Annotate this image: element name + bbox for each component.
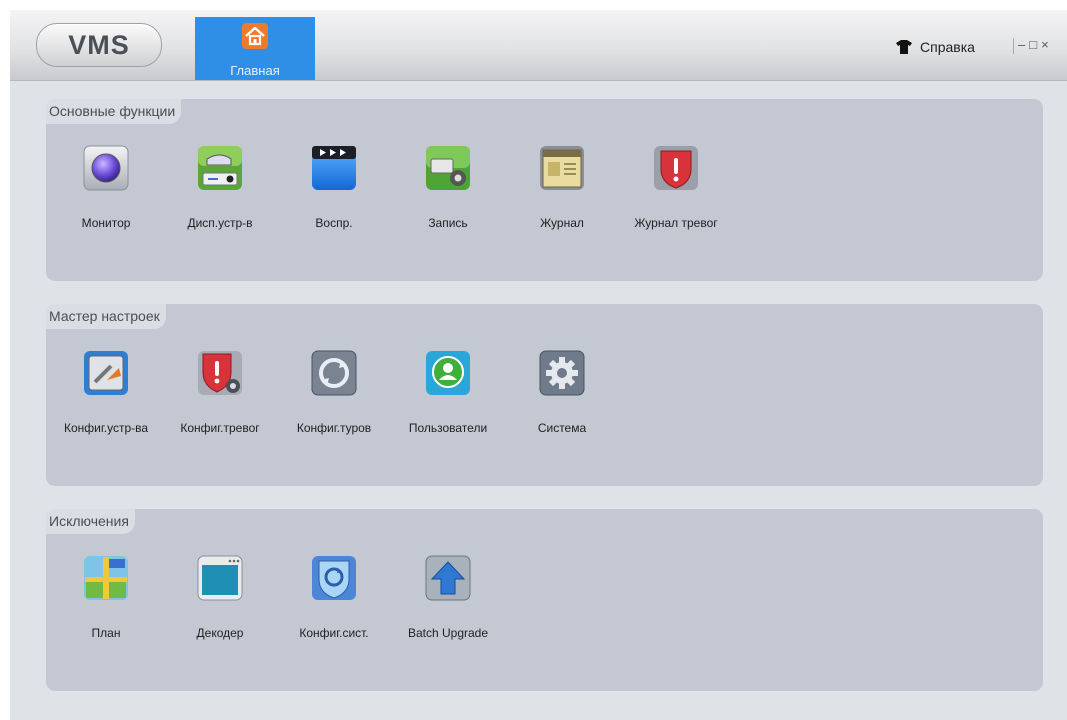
plan-button[interactable]: План bbox=[48, 551, 164, 641]
minimize-button[interactable]: – bbox=[1018, 37, 1025, 52]
help-button[interactable]: Справка bbox=[896, 37, 975, 57]
tab-home[interactable]: Главная bbox=[195, 17, 315, 80]
section-items: Конфиг.устр-ва Конфиг.тревог Конфиг.туро… bbox=[46, 346, 1043, 436]
record-button[interactable]: Запись bbox=[390, 141, 506, 231]
item-label: План bbox=[91, 626, 121, 640]
item-label: Конфиг.тревог bbox=[180, 421, 260, 435]
item-label: Запись bbox=[428, 216, 468, 230]
log-button[interactable]: Журнал bbox=[504, 141, 620, 231]
decoder-icon bbox=[197, 555, 243, 601]
item-label: Система bbox=[537, 421, 587, 435]
playback-icon bbox=[311, 145, 357, 191]
section-items: План Декодер Конфиг.сист. Batch Upgrade bbox=[46, 551, 1043, 641]
window-controls: – □ × bbox=[1018, 37, 1049, 52]
alarm-config-icon bbox=[197, 350, 243, 396]
map-plan-icon bbox=[83, 555, 129, 601]
record-settings-icon bbox=[425, 145, 471, 191]
monitor-icon bbox=[83, 145, 129, 191]
users-button[interactable]: Пользователи bbox=[390, 346, 506, 436]
section-title: Основные функции bbox=[46, 99, 182, 124]
device-manager-button[interactable]: Дисп.устр-в bbox=[162, 141, 278, 231]
item-label: Журнал bbox=[540, 216, 584, 230]
item-label: Конфиг.устр-ва bbox=[63, 421, 149, 435]
system-config-button[interactable]: Конфиг.сист. bbox=[276, 551, 392, 641]
item-label: Декодер bbox=[196, 626, 244, 640]
tour-config-button[interactable]: Конфиг.туров bbox=[276, 346, 392, 436]
close-button[interactable]: × bbox=[1041, 37, 1049, 52]
item-label: Монитор bbox=[81, 216, 131, 230]
device-config-icon bbox=[83, 350, 129, 396]
alarm-config-button[interactable]: Конфиг.тревог bbox=[162, 346, 278, 436]
item-label: Воспр. bbox=[315, 216, 353, 230]
item-label: Конфиг.туров bbox=[296, 421, 372, 435]
section-setup-wizard: Мастер настроек Конфиг.устр-ва Конфиг.тр… bbox=[46, 304, 1043, 486]
vms-logo: VMS bbox=[36, 23, 162, 67]
window-controls-divider bbox=[1013, 38, 1014, 54]
item-label: Журнал тревог bbox=[634, 216, 718, 230]
system-button[interactable]: Система bbox=[504, 346, 620, 436]
top-bar: VMS Главная Справка – □ × bbox=[10, 10, 1067, 81]
section-exceptions: Исключения План Декодер Конфиг.сист. Bat… bbox=[46, 509, 1043, 691]
system-gear-icon bbox=[539, 350, 585, 396]
log-icon bbox=[539, 145, 585, 191]
alarm-log-button[interactable]: Журнал тревог bbox=[618, 141, 734, 231]
help-label: Справка bbox=[920, 39, 975, 55]
batch-upgrade-button[interactable]: Batch Upgrade bbox=[390, 551, 506, 641]
decoder-button[interactable]: Декодер bbox=[162, 551, 278, 641]
system-config-icon bbox=[311, 555, 357, 601]
item-label: Batch Upgrade bbox=[407, 626, 489, 640]
tour-config-icon bbox=[311, 350, 357, 396]
vms-window: VMS Главная Справка – □ × Основные функц… bbox=[10, 10, 1067, 720]
upgrade-arrow-icon bbox=[425, 555, 471, 601]
section-basic-functions: Основные функции Монитор Дисп.устр-в Вос… bbox=[46, 99, 1043, 281]
item-label: Конфиг.сист. bbox=[299, 626, 369, 640]
device-config-button[interactable]: Конфиг.устр-ва bbox=[48, 346, 164, 436]
alarm-log-icon bbox=[653, 145, 699, 191]
item-label: Дисп.устр-в bbox=[187, 216, 253, 230]
device-manager-icon bbox=[197, 145, 243, 191]
section-title: Исключения bbox=[46, 509, 135, 534]
tab-home-label: Главная bbox=[230, 63, 280, 78]
house-icon bbox=[242, 23, 268, 49]
maximize-button[interactable]: □ bbox=[1029, 37, 1037, 52]
section-items: Монитор Дисп.устр-в Воспр. Запись Журнал… bbox=[46, 141, 1043, 231]
monitor-button[interactable]: Монитор bbox=[48, 141, 164, 231]
playback-button[interactable]: Воспр. bbox=[276, 141, 392, 231]
item-label: Пользователи bbox=[408, 421, 488, 435]
users-icon bbox=[425, 350, 471, 396]
section-title: Мастер настроек bbox=[46, 304, 166, 329]
shirt-icon bbox=[896, 40, 912, 54]
